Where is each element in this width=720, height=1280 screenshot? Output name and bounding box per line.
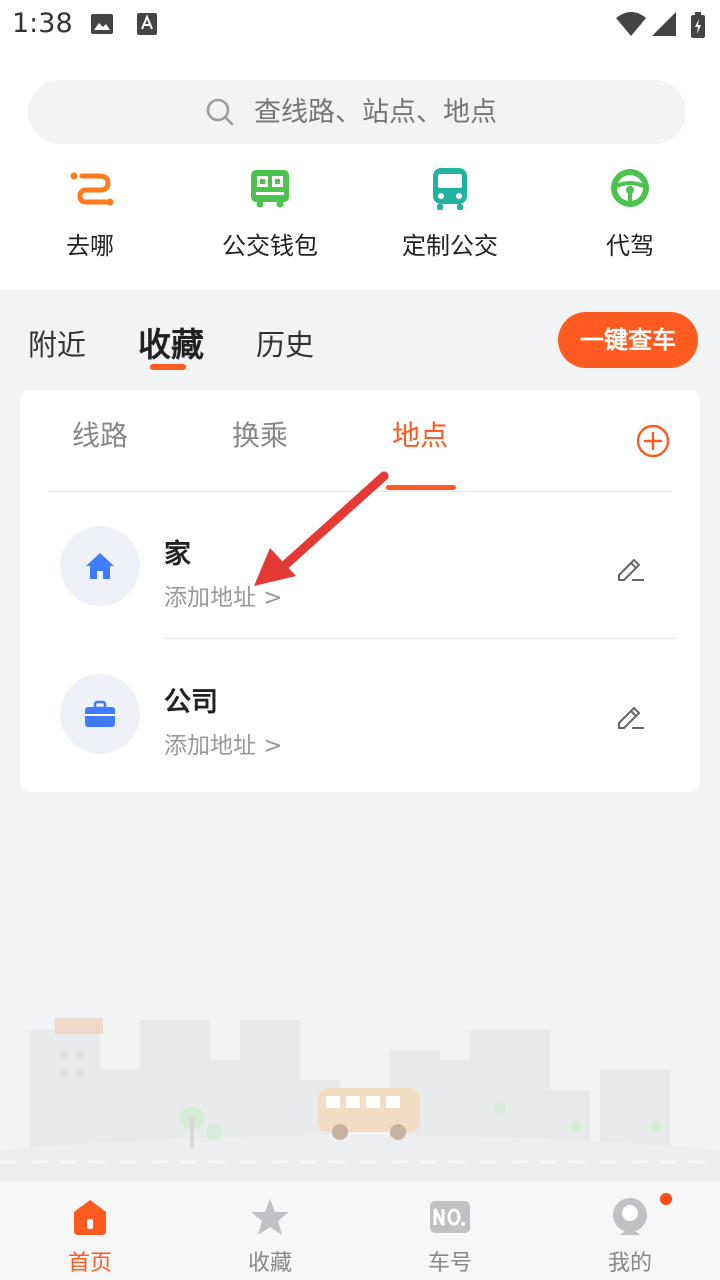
place-avatar (60, 526, 140, 606)
shortcut-label: 公交钱包 (222, 232, 318, 260)
cellular-signal-icon (652, 12, 676, 40)
subtab-places-indicator (386, 485, 456, 490)
nav-label: 首页 (67, 1251, 112, 1276)
nav-label: 我的 (607, 1251, 652, 1276)
search-icon (204, 96, 236, 132)
subtab-divider (48, 491, 672, 492)
tab-favorites[interactable]: 收藏 (138, 318, 204, 366)
battery-icon (690, 12, 706, 42)
status-bar: 1:38 (0, 0, 720, 50)
tab-favorites-indicator (150, 364, 186, 370)
nav-favorites[interactable]: 收藏 (180, 1181, 360, 1280)
profile-nav-icon (610, 1197, 650, 1241)
shortcut-label: 定制公交 (402, 232, 498, 260)
home-icon (86, 553, 114, 579)
add-address-link[interactable]: 添加地址 > (164, 578, 283, 612)
wifi-icon (616, 12, 646, 40)
home-nav-icon (70, 1197, 110, 1241)
city-illustration (0, 1018, 720, 1180)
steering-wheel-icon (610, 168, 650, 208)
tab-nearby[interactable]: 附近 (28, 322, 86, 364)
shortcut-designated-driver[interactable]: 代驾 (540, 164, 720, 264)
star-nav-icon (250, 1197, 290, 1241)
nav-label: 车号 (427, 1251, 472, 1276)
place-avatar (60, 674, 140, 754)
subtab-routes[interactable]: 线路 (72, 414, 128, 454)
edit-icon[interactable] (614, 700, 646, 736)
bus-wallet-icon (250, 168, 290, 208)
place-name: 公司 (164, 687, 218, 718)
search-bar[interactable] (28, 80, 686, 144)
subtab-places[interactable]: 地点 (392, 414, 448, 454)
shortcut-custom-bus[interactable]: 定制公交 (360, 164, 540, 264)
place-row-company[interactable]: 公司 添加地址 > (20, 642, 700, 790)
bottom-navigation: 首页 收藏 车号 我的 (0, 1180, 720, 1280)
shortcut-label: 去哪 (66, 232, 114, 260)
place-name: 家 (164, 539, 191, 570)
place-row-home[interactable]: 家 添加地址 > (20, 494, 700, 642)
status-time: 1:38 (12, 8, 73, 39)
custom-bus-icon (430, 168, 470, 210)
shortcut-bus-wallet[interactable]: 公交钱包 (180, 164, 360, 264)
row-divider (164, 638, 676, 639)
briefcase-icon (85, 700, 115, 727)
add-circle-icon[interactable] (636, 424, 670, 462)
edit-icon[interactable] (614, 552, 646, 588)
gallery-icon (90, 12, 114, 40)
subtab-transfer[interactable]: 换乘 (232, 414, 288, 454)
shortcut-destination[interactable]: 去哪 (0, 164, 180, 264)
shortcut-label: 代驾 (606, 232, 654, 260)
notification-badge (660, 1193, 672, 1205)
destination-icon (70, 168, 114, 208)
search-input[interactable] (254, 80, 608, 144)
add-address-link[interactable]: 添加地址 > (164, 726, 283, 760)
tab-history[interactable]: 历史 (256, 322, 314, 364)
bus-number-nav-icon (430, 1197, 470, 1241)
nav-home[interactable]: 首页 (0, 1181, 180, 1280)
nav-profile[interactable]: 我的 (540, 1181, 720, 1280)
nav-label: 收藏 (247, 1251, 292, 1276)
nav-bus-number[interactable]: 车号 (360, 1181, 540, 1280)
quick-check-bus-button[interactable]: 一键查车 (558, 312, 698, 368)
text-notification-icon (136, 12, 158, 40)
favorites-card: 线路 换乘 地点 家 添加地址 > 公司 添加地址 > (20, 390, 700, 792)
